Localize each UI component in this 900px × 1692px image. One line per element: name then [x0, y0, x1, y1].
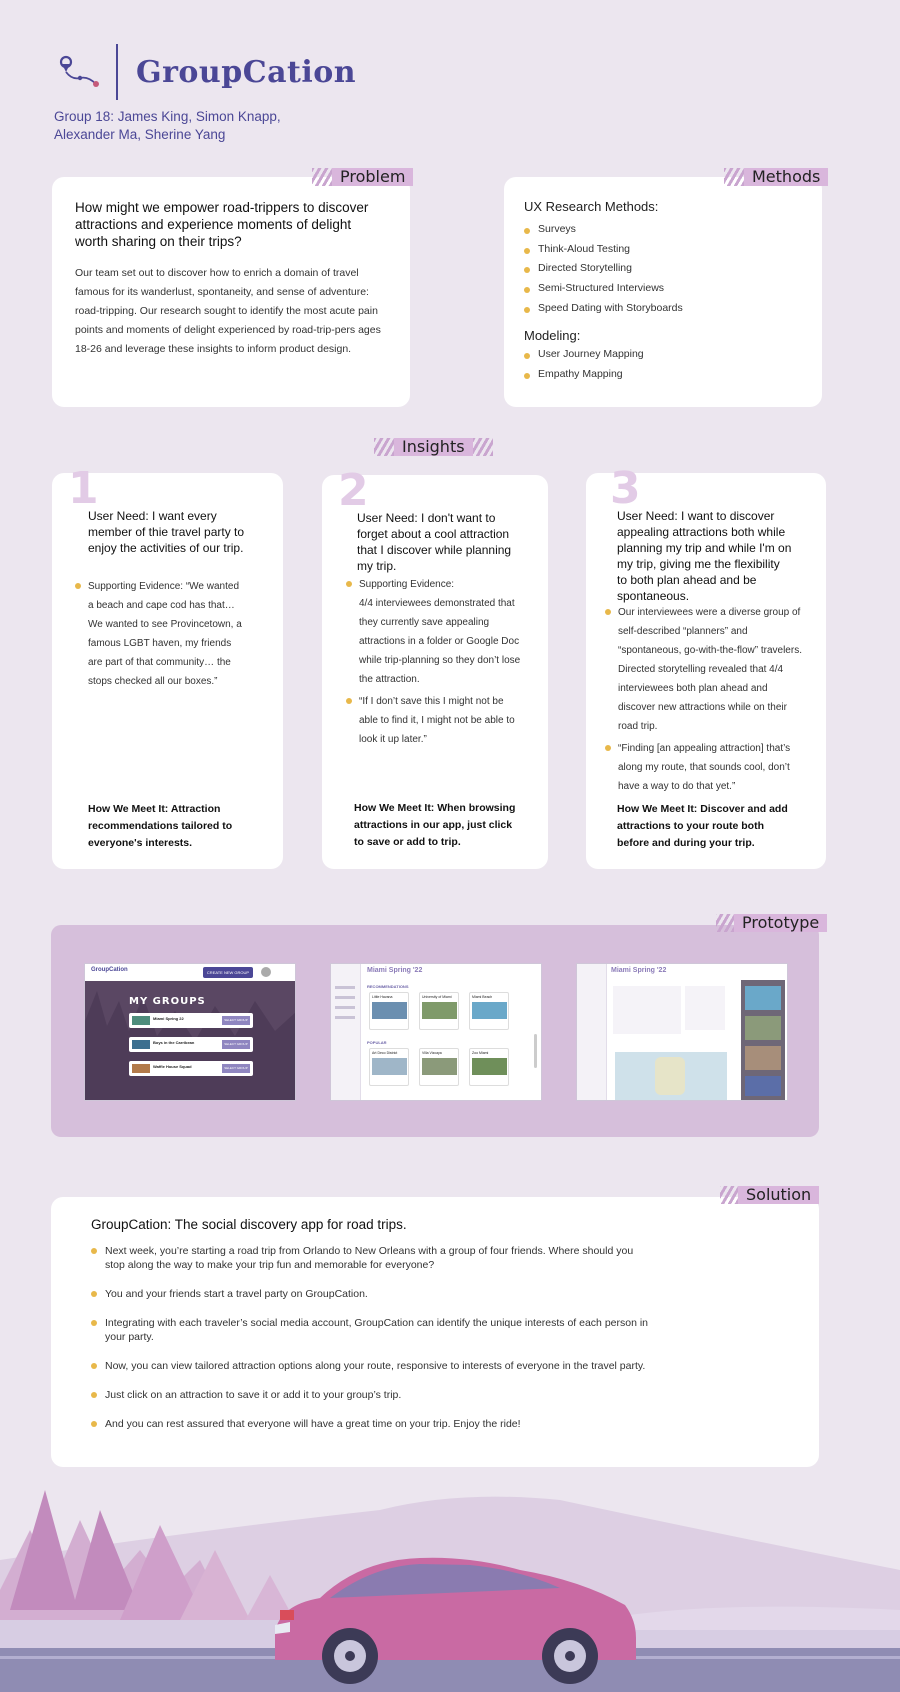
list-item: Surveys	[524, 220, 802, 240]
select-group-button[interactable]: SELECT GROUP	[222, 1064, 250, 1073]
list-item: Empathy Mapping	[524, 365, 802, 385]
list-item: Next week, you’re starting a road trip f…	[91, 1244, 651, 1272]
landscape-illustration	[0, 1470, 900, 1692]
insight-how: How We Meet It: When browsing attraction…	[354, 802, 516, 848]
insight-need: User Need: I don't want to forget about …	[357, 511, 512, 573]
screen-logo: GroupCation	[91, 967, 128, 973]
methods-card: UX Research Methods: Surveys Think-Aloud…	[504, 177, 822, 407]
list-item: You and your friends start a travel part…	[91, 1287, 651, 1301]
prototype-screen-route: Miami Spring '22	[576, 963, 788, 1101]
select-group-button[interactable]: SELECT GROUP	[222, 1040, 250, 1049]
prototype-screen-recommendations: Miami Spring '22 RECOMMENDATIONS Little …	[330, 963, 542, 1101]
insight-card-3: 3 User Need: I want to discover appealin…	[586, 463, 826, 869]
select-group-button[interactable]: SELECT GROUP	[222, 1016, 250, 1025]
calendar[interactable]	[613, 986, 681, 1034]
group-thumbnail	[132, 1016, 150, 1025]
insight-evidence: Our interviewees were a diverse group of…	[605, 603, 806, 799]
group-row[interactable]: Boys in the Carribean SELECT GROUP	[129, 1037, 253, 1052]
insights-tag: Insights	[374, 438, 493, 456]
group-row[interactable]: Waffle House Squad SELECT GROUP	[129, 1061, 253, 1076]
group-thumbnail	[132, 1040, 150, 1049]
screen-sidebar	[331, 964, 361, 1100]
group-thumbnail	[132, 1064, 150, 1073]
attraction-card[interactable]: Little Havana	[369, 992, 409, 1030]
problem-card: How might we empower road-trippers to di…	[52, 177, 410, 407]
insight-number: 2	[338, 465, 369, 516]
list-item: Semi-Structured Interviews	[524, 279, 802, 299]
prototype-tag: Prototype	[716, 914, 828, 932]
problem-body: Our team set out to discover how to enri…	[75, 267, 381, 355]
insight-need: User Need: I want to discover appealing …	[617, 509, 792, 603]
insight-need: User Need: I want every member of thie t…	[88, 509, 245, 555]
list-item: User Journey Mapping	[524, 345, 802, 365]
attraction-card[interactable]: Miami Beach	[469, 992, 509, 1030]
attraction-card[interactable]: University of Miami	[419, 992, 459, 1030]
trip-title: Miami Spring '22	[611, 967, 667, 974]
insight-number: 1	[68, 463, 99, 514]
list-item: And you can rest assured that everyone w…	[91, 1417, 651, 1431]
list-item: Supporting Evidence:	[346, 575, 524, 594]
route-map[interactable]	[615, 1052, 727, 1100]
insight-evidence: Supporting Evidence: “We wanted a beach …	[75, 577, 244, 694]
solution-tag: Solution	[720, 1186, 820, 1204]
problem-tag: Problem	[312, 168, 414, 186]
screen-topbar: GroupCation CREATE NEW GROUP	[85, 964, 295, 981]
ux-methods-list: Surveys Think-Aloud Testing Directed Sto…	[524, 220, 802, 318]
route-pin-icon	[59, 55, 99, 87]
list-item: Our interviewees were a diverse group of…	[605, 603, 806, 736]
list-item: Supporting Evidence: “We wanted a beach …	[75, 577, 244, 691]
insight-how: How We Meet It: Discover and add attract…	[617, 803, 788, 849]
brand-title: GroupCation	[136, 54, 357, 90]
logo-divider	[116, 44, 118, 100]
prototype-screen-groups: GroupCation CREATE NEW GROUP MY GROUPS M…	[84, 963, 296, 1101]
list-item: Think-Aloud Testing	[524, 240, 802, 260]
list-item: 4/4 interviewees demonstrated that they …	[359, 598, 521, 685]
my-groups-title: MY GROUPS	[129, 996, 206, 1007]
list-item: Speed Dating with Storyboards	[524, 299, 802, 319]
avatar[interactable]	[261, 967, 271, 977]
attraction-card[interactable]: Art Deco District	[369, 1048, 409, 1086]
list-item: Integrating with each traveler’s social …	[91, 1316, 651, 1344]
create-group-button[interactable]: CREATE NEW GROUP	[203, 967, 253, 978]
screen-sidebar	[577, 964, 607, 1100]
modeling-title: Modeling:	[524, 328, 581, 344]
insight-number: 3	[610, 463, 641, 514]
insight-evidence: Supporting Evidence: 4/4 interviewees de…	[346, 575, 524, 752]
list-item: “Finding [an appealing attraction] that’…	[605, 739, 806, 796]
attraction-list[interactable]	[685, 986, 725, 1030]
insight-how: How We Meet It: Attraction recommendatio…	[88, 803, 233, 849]
ux-methods-title: UX Research Methods:	[524, 199, 659, 214]
insight-card-1: 1 User Need: I want every member of thie…	[52, 463, 283, 869]
attraction-card[interactable]: Villa Vizcaya	[419, 1048, 459, 1086]
header: GroupCation	[58, 44, 356, 100]
problem-question: How might we empower road-trippers to di…	[75, 200, 369, 249]
authors: Group 18: James King, Simon Knapp, Alexa…	[54, 109, 281, 142]
solution-title: GroupCation: The social discovery app fo…	[91, 1217, 407, 1232]
list-item: Directed Storytelling	[524, 259, 802, 279]
itinerary-panel	[741, 980, 785, 1100]
solution-card: GroupCation: The social discovery app fo…	[51, 1197, 819, 1467]
scrollbar[interactable]	[534, 1034, 537, 1068]
group-row[interactable]: Miami Spring 22 SELECT GROUP	[129, 1013, 253, 1028]
trip-title: Miami Spring '22	[367, 967, 423, 974]
solution-list: Next week, you’re starting a road trip f…	[91, 1244, 651, 1431]
insight-card-2: 2 User Need: I don't want to forget abou…	[322, 465, 548, 869]
list-item: “If I don’t save this I might not be abl…	[346, 692, 524, 749]
list-item: Just click on an attraction to save it o…	[91, 1388, 651, 1402]
attraction-card[interactable]: Zoo Miami	[469, 1048, 509, 1086]
methods-tag: Methods	[724, 168, 829, 186]
list-item: Now, you can view tailored attraction op…	[91, 1359, 651, 1373]
modeling-list: User Journey Mapping Empathy Mapping	[524, 345, 802, 384]
